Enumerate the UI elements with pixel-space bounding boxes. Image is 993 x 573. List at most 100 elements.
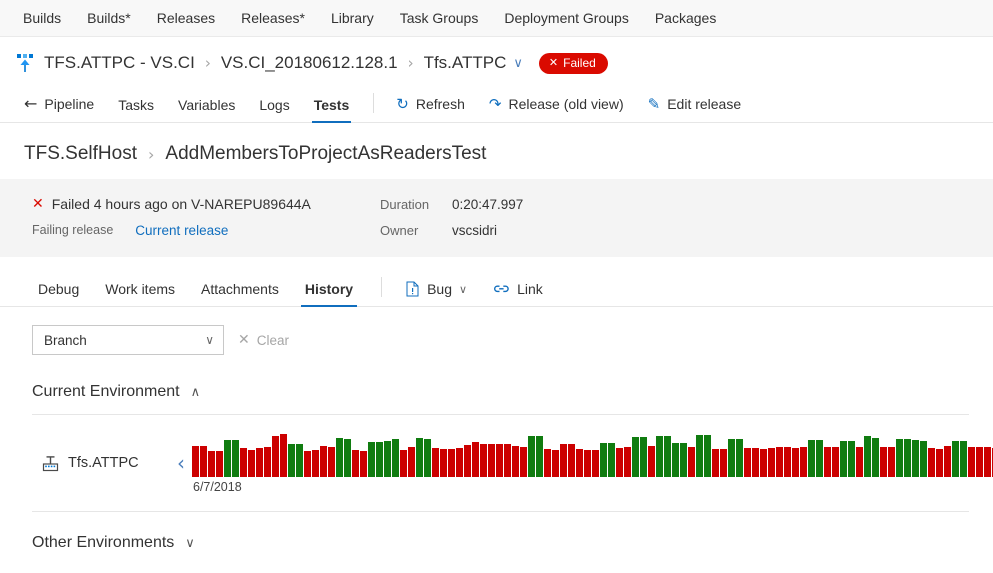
history-bar[interactable] xyxy=(456,448,463,477)
chevron-down-icon[interactable]: ∨ xyxy=(185,536,195,551)
history-bar[interactable] xyxy=(280,434,287,477)
history-bar[interactable] xyxy=(192,446,199,477)
chevron-up-icon[interactable]: ∧ xyxy=(191,385,201,400)
history-bar[interactable] xyxy=(560,444,567,477)
history-bar[interactable] xyxy=(496,444,503,477)
history-bar[interactable] xyxy=(360,451,367,477)
history-bar[interactable] xyxy=(984,447,991,477)
history-bar[interactable] xyxy=(808,440,815,477)
history-bar[interactable] xyxy=(768,448,775,477)
history-bar[interactable] xyxy=(680,443,687,477)
history-bar[interactable] xyxy=(376,442,383,477)
branch-filter-dropdown[interactable]: Branch ∨ xyxy=(32,325,224,355)
history-bar[interactable] xyxy=(576,449,583,477)
history-bar[interactable] xyxy=(616,448,623,477)
history-bar[interactable] xyxy=(864,436,871,477)
history-bar[interactable] xyxy=(720,449,727,477)
breadcrumb-item-release[interactable]: VS.CI_20180612.128.1 xyxy=(221,53,398,73)
topnav-item-releases-star[interactable]: Releases* xyxy=(228,0,318,36)
history-bar[interactable] xyxy=(952,441,959,477)
history-bar[interactable] xyxy=(968,447,975,477)
refresh-button[interactable]: ↻ Refresh xyxy=(386,95,475,122)
topnav-item-builds[interactable]: Builds xyxy=(10,0,74,36)
history-bar[interactable] xyxy=(440,449,447,477)
history-bar[interactable] xyxy=(712,449,719,477)
topnav-item-builds-star[interactable]: Builds* xyxy=(74,0,144,36)
history-bar[interactable] xyxy=(664,436,671,477)
history-bar[interactable] xyxy=(752,448,759,477)
create-bug-button[interactable]: Bug ∨ xyxy=(396,281,477,306)
history-bar[interactable] xyxy=(552,450,559,477)
current-environment-header[interactable]: Current Environment ∧ xyxy=(0,383,993,401)
test-history-chart[interactable]: 6/7/2018 6/8/2018 xyxy=(192,431,993,495)
history-bar[interactable] xyxy=(400,450,407,477)
tab-history[interactable]: History xyxy=(295,281,363,307)
history-bar[interactable] xyxy=(312,450,319,477)
history-bar[interactable] xyxy=(872,438,879,477)
history-bar[interactable] xyxy=(728,439,735,477)
history-bar[interactable] xyxy=(424,439,431,477)
history-bar[interactable] xyxy=(320,446,327,477)
history-bar[interactable] xyxy=(744,448,751,477)
tab-logs[interactable]: Logs xyxy=(249,97,299,122)
history-bar[interactable] xyxy=(632,437,639,477)
tab-variables[interactable]: Variables xyxy=(168,97,245,122)
tab-work-items[interactable]: Work items xyxy=(95,281,185,306)
history-bar[interactable] xyxy=(200,446,207,477)
current-release-link[interactable]: Current release xyxy=(135,223,228,238)
history-bar[interactable] xyxy=(688,447,695,477)
history-bar[interactable] xyxy=(592,450,599,477)
release-old-view-button[interactable]: ↷ Release (old view) xyxy=(479,95,634,122)
history-bar[interactable] xyxy=(528,436,535,477)
tab-tests[interactable]: Tests xyxy=(304,97,360,123)
history-bar[interactable] xyxy=(368,442,375,477)
history-bar[interactable] xyxy=(944,446,951,477)
topnav-item-library[interactable]: Library xyxy=(318,0,387,36)
history-bar[interactable] xyxy=(296,444,303,477)
history-bar[interactable] xyxy=(448,449,455,477)
history-bar[interactable] xyxy=(480,444,487,477)
tab-pipeline[interactable]: ← Pipeline xyxy=(14,94,104,122)
history-bar[interactable] xyxy=(800,447,807,477)
history-bar[interactable] xyxy=(936,449,943,477)
history-bar[interactable] xyxy=(392,439,399,477)
history-bar[interactable] xyxy=(248,450,255,477)
history-bar[interactable] xyxy=(232,440,239,477)
edit-release-button[interactable]: ✎ Edit release xyxy=(638,95,752,122)
history-bar[interactable] xyxy=(704,435,711,477)
history-bar[interactable] xyxy=(384,441,391,477)
topnav-item-packages[interactable]: Packages xyxy=(642,0,729,36)
history-bar[interactable] xyxy=(976,447,983,477)
breadcrumb-item-environment[interactable]: Tfs.ATTPC xyxy=(424,53,507,73)
other-environments-header[interactable]: Other Environments ∨ xyxy=(0,534,993,552)
history-bar[interactable] xyxy=(600,443,607,477)
history-bar[interactable] xyxy=(888,447,895,477)
history-bar[interactable] xyxy=(816,440,823,477)
clear-filters-button[interactable]: ✕ Clear xyxy=(238,332,289,348)
history-bar[interactable] xyxy=(464,445,471,477)
history-bar[interactable] xyxy=(648,446,655,477)
history-bar[interactable] xyxy=(840,441,847,477)
history-bar[interactable] xyxy=(264,447,271,477)
history-bar[interactable] xyxy=(352,450,359,477)
history-bar[interactable] xyxy=(416,438,423,477)
history-bar[interactable] xyxy=(896,439,903,477)
topnav-item-deployment-groups[interactable]: Deployment Groups xyxy=(491,0,642,36)
history-bar[interactable] xyxy=(432,448,439,477)
history-bar[interactable] xyxy=(656,436,663,477)
tab-debug[interactable]: Debug xyxy=(28,281,89,306)
history-prev-button[interactable]: ‹ xyxy=(170,453,192,473)
history-bar[interactable] xyxy=(848,441,855,477)
history-bar[interactable] xyxy=(856,447,863,477)
history-bar[interactable] xyxy=(640,437,647,477)
history-bar[interactable] xyxy=(792,448,799,477)
history-bar[interactable] xyxy=(536,436,543,477)
breadcrumb-item-release-definition[interactable]: TFS.ATTPC - VS.CI xyxy=(44,53,195,73)
test-suite-name[interactable]: TFS.SelfHost xyxy=(24,143,137,165)
history-bar[interactable] xyxy=(624,447,631,477)
history-bar[interactable] xyxy=(288,444,295,477)
topnav-item-task-groups[interactable]: Task Groups xyxy=(387,0,492,36)
history-bar[interactable] xyxy=(336,438,343,477)
history-bar[interactable] xyxy=(256,448,263,477)
breadcrumb-chevron-down-icon[interactable]: ∨ xyxy=(513,56,523,71)
